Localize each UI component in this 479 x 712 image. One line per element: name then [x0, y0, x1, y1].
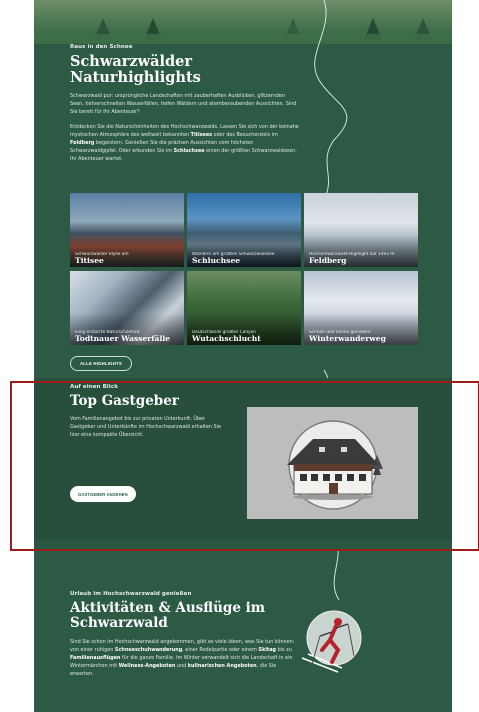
- section-title: Aktivitäten & Ausflüge im Schwarzwald: [70, 600, 266, 632]
- all-highlights-button[interactable]: ALLE HIGHLIGHTS: [70, 356, 132, 371]
- gastgeber-paragraph: Vom Familienangebot bis zur privaten Unt…: [70, 416, 222, 438]
- page: Raus in den Schnee Schwarzwälder Naturhi…: [34, 0, 452, 712]
- highlight-tile-todtnauer[interactable]: Eisig erstarrte Naturschönheit Todtnauer…: [70, 271, 184, 345]
- highlight-tile-titisee[interactable]: Schwarzwälder Idylle am Titisee: [70, 193, 184, 267]
- top-gastgeber-section: Auf einen Blick Top Gastgeber Vom Famili…: [34, 378, 452, 540]
- section-eyebrow: Urlaub im Hochschwarzwald genießen: [70, 591, 192, 597]
- hero-forest-image: [34, 0, 452, 44]
- detail-paragraph: Entdecken Sie die Naturschönheiten des H…: [70, 124, 299, 163]
- highlight-tile-winterwanderweg[interactable]: Schnee und Sonne genießen Winterwanderwe…: [304, 271, 418, 345]
- gastgeber-button[interactable]: GASTGEBER ANSEHEN: [70, 486, 136, 502]
- naturhighlights-section: Raus in den Schnee Schwarzwälder Naturhi…: [70, 44, 300, 164]
- tile-name: Todtnauer Wasserfälle: [75, 334, 171, 343]
- house-illustration: [247, 407, 418, 519]
- section-eyebrow: Raus in den Schnee: [70, 44, 133, 50]
- section-eyebrow: Auf einen Blick: [70, 384, 118, 390]
- farmhouse-icon: [287, 420, 383, 510]
- tile-name: Feldberg: [309, 256, 347, 265]
- section-title: Top Gastgeber: [70, 393, 179, 409]
- highlight-tile-wutachschlucht[interactable]: Deutschlands größter Canyon Wutachschluc…: [187, 271, 301, 345]
- highlight-tile-feldberg[interactable]: Hochschwarzwald-Highlight auf 1493 m Fel…: [304, 193, 418, 267]
- tile-name: Schluchsee: [192, 256, 241, 265]
- highlight-tile-schluchsee[interactable]: Wandern am größten Schwarzwaldsee Schluc…: [187, 193, 301, 267]
- tile-name: Wutachschlucht: [192, 334, 261, 343]
- section-title: Schwarzwälder Naturhighlights: [70, 53, 201, 87]
- intro-paragraph: Schwarzwald pur: ursprüngliche Landschaf…: [70, 93, 297, 116]
- section-divider: [34, 540, 452, 550]
- aktivitaeten-paragraph: Sind Sie schon im Hochschwarzwald angeko…: [70, 639, 295, 677]
- aktivitaeten-section: Urlaub im Hochschwarzwald genießen Aktiv…: [70, 591, 300, 679]
- skier-illustration-icon: [301, 610, 362, 673]
- highlights-grid: Schwarzwälder Idylle am Titisee Wandern …: [70, 193, 418, 345]
- tile-name: Titisee: [75, 256, 104, 265]
- tile-name: Winterwanderweg: [309, 334, 386, 343]
